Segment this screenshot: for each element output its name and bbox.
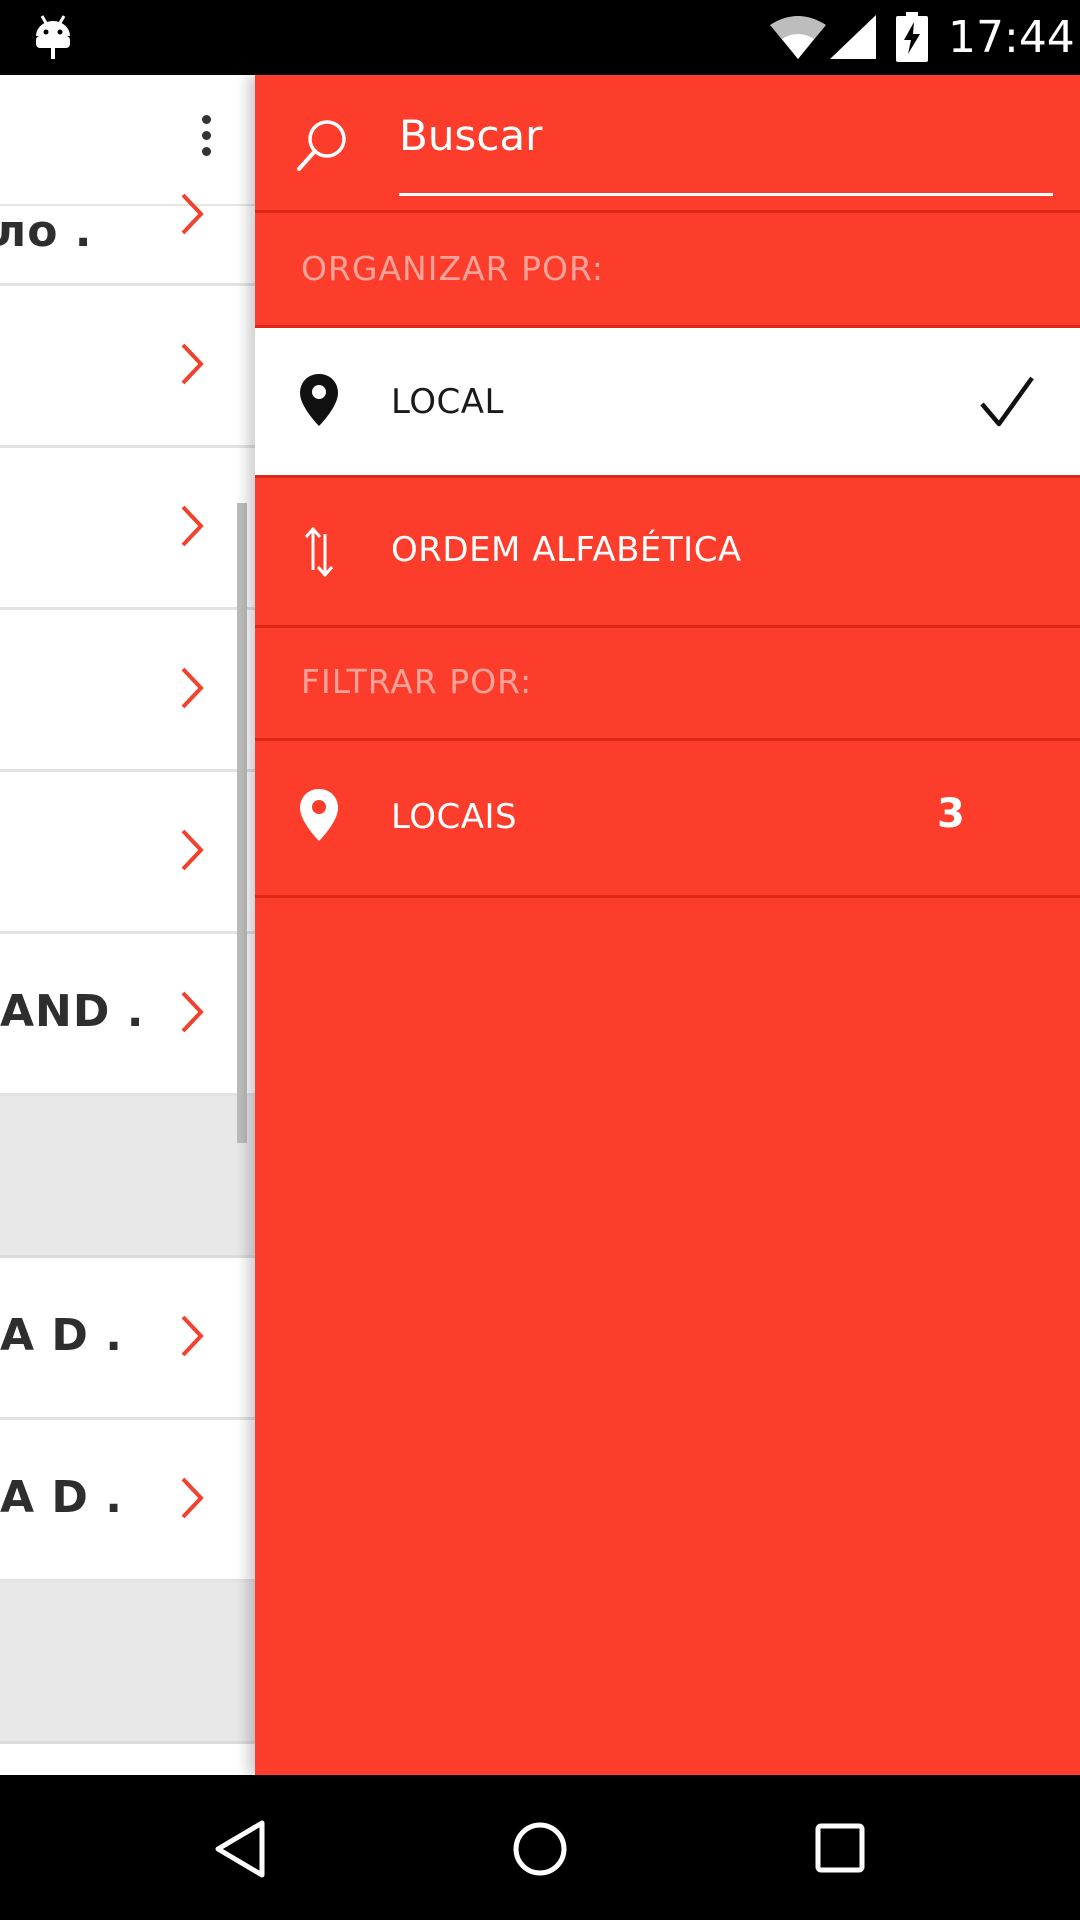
chevron-right-icon: [181, 667, 204, 709]
list-item[interactable]: AND .: [0, 934, 255, 1096]
chevron-right-icon: [181, 1315, 204, 1357]
navigation-bar: [0, 1775, 1080, 1920]
section-separator: [0, 1096, 255, 1258]
status-bar: 17:44: [0, 0, 1080, 75]
sort-option-local[interactable]: LOCAL: [255, 328, 1080, 478]
list-item[interactable]: [0, 448, 255, 610]
recents-icon[interactable]: [814, 1822, 866, 1874]
filter-section-header: FILTRAR POR:: [255, 628, 1080, 741]
check-icon: [980, 376, 1034, 427]
scrollbar[interactable]: [237, 503, 247, 1143]
back-icon[interactable]: [212, 1819, 268, 1879]
android-debug-icon: [36, 15, 70, 59]
chevron-right-icon: [181, 1477, 204, 1519]
home-icon[interactable]: [512, 1819, 568, 1879]
list-item[interactable]: [0, 772, 255, 934]
filter-option-locais[interactable]: LOCAIS 3: [255, 741, 1080, 898]
background-toolbar: [0, 75, 255, 206]
list-item[interactable]: A D .: [0, 1420, 255, 1582]
search-input[interactable]: [399, 105, 1053, 165]
signal-icon: [830, 15, 876, 59]
list-item[interactable]: [0, 286, 255, 448]
section-separator: [0, 1582, 255, 1744]
filter-drawer: ORGANIZAR POR: LOCAL ORDEM ALFABÉTICA FI…: [255, 75, 1080, 1775]
location-pin-icon: [300, 789, 338, 841]
chevron-right-icon: [181, 505, 204, 547]
chevron-right-icon: [181, 991, 204, 1033]
wifi-icon: [770, 16, 826, 59]
search-icon: [297, 120, 346, 171]
location-pin-icon: [300, 374, 338, 426]
chevron-right-icon: [181, 193, 204, 235]
chevron-right-icon: [181, 343, 204, 385]
overflow-menu-icon[interactable]: [196, 115, 216, 161]
list-item[interactable]: A D .: [0, 1258, 255, 1420]
list-item[interactable]: [0, 610, 255, 772]
search-underline: [399, 193, 1053, 196]
battery-charging-icon: [896, 12, 928, 62]
sort-option-alphabetical[interactable]: ORDEM ALFABÉTICA: [255, 478, 1080, 628]
chevron-right-icon: [181, 829, 204, 871]
background-list: ло . AND . A D . A D .: [0, 75, 255, 1775]
sort-arrows-icon: [304, 526, 334, 578]
filter-count-badge: 3: [937, 791, 965, 837]
sort-section-header: ORGANIZAR POR:: [255, 213, 1080, 328]
search-bar: [255, 75, 1080, 213]
status-time: 17:44: [948, 12, 1075, 63]
list-item[interactable]: ло .: [0, 193, 255, 286]
